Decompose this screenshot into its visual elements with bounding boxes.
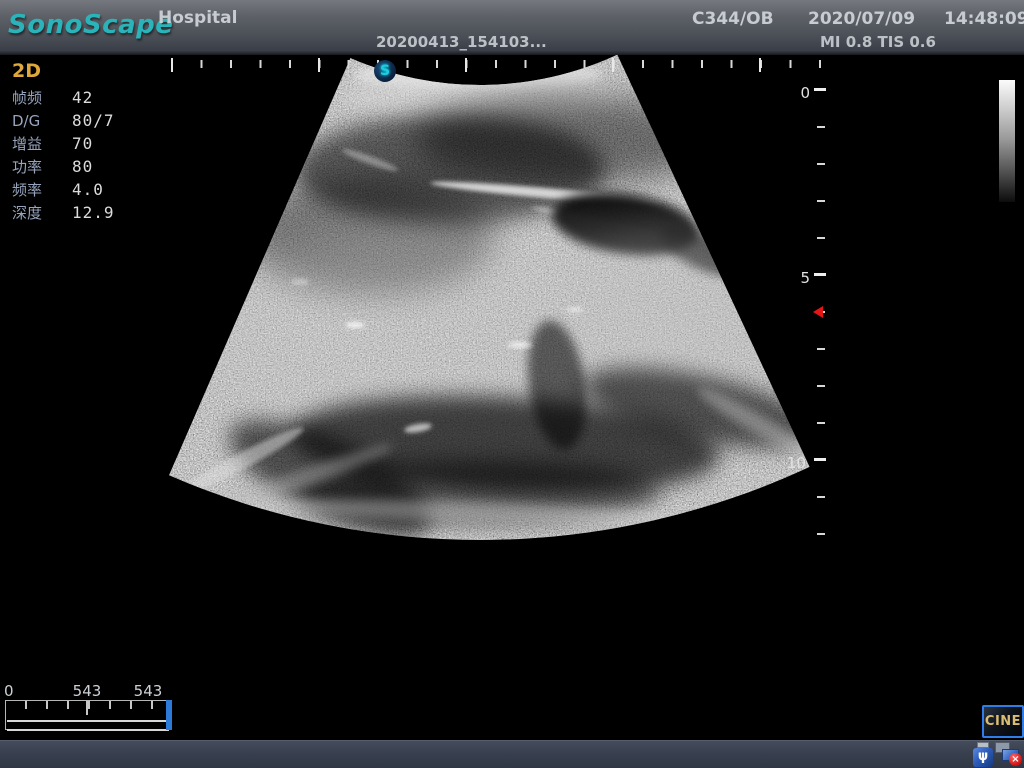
hospital-name: Hospital	[158, 8, 237, 28]
probe-orientation-marker: S	[374, 60, 396, 82]
mode-label: 2D	[12, 60, 162, 86]
network-status-icon[interactable]: ×	[995, 740, 1023, 767]
cine-position-handle[interactable]	[166, 700, 172, 730]
param-label: 帧频	[12, 87, 72, 110]
cine-button[interactable]: CINE	[982, 705, 1024, 738]
system-date: 2020/07/09	[808, 9, 915, 29]
study-id: 20200413_154103...	[376, 33, 547, 51]
cine-total-frames: 543	[126, 682, 170, 700]
param-label: 深度	[12, 202, 72, 225]
depth-label-10: 10	[786, 454, 806, 472]
param-row-framerate: 帧频42	[12, 86, 162, 109]
header-bar: SonoScape Hospital 20200413_154103... C3…	[0, 0, 1024, 55]
probe-exam-mode: C344/OB	[692, 9, 774, 29]
parameter-panel: 2D 帧频42 D/G80/7 增益70 功率80 频率4.0 深度12.9	[12, 60, 162, 224]
param-label: 增益	[12, 133, 72, 156]
param-row-frequency: 频率4.0	[12, 178, 162, 201]
usb-device-icon[interactable]: ψ	[973, 742, 993, 767]
param-value: 12.9	[72, 203, 115, 222]
mi-tis-readout: MI 0.8 TIS 0.6	[820, 33, 936, 51]
param-value: 42	[72, 88, 93, 107]
param-label: 功率	[12, 156, 72, 179]
param-value: 80	[72, 157, 93, 176]
top-ruler-major-ticks	[171, 58, 763, 72]
param-row-depth: 深度12.9	[12, 201, 162, 224]
grayscale-bar	[999, 80, 1015, 202]
ultrasound-screen: SonoScape Hospital 20200413_154103... C3…	[0, 0, 1024, 768]
cine-current-frame: 543	[60, 682, 114, 700]
param-row-gain: 增益70	[12, 132, 162, 155]
focus-marker-icon[interactable]	[813, 306, 823, 318]
cine-start-frame: 0	[4, 682, 14, 700]
cine-progress-ruler[interactable]	[5, 700, 171, 730]
param-label: 频率	[12, 179, 72, 202]
param-label: D/G	[12, 110, 72, 133]
usb-trident-glyph: ψ	[973, 748, 993, 767]
depth-label-5: 5	[790, 269, 810, 287]
network-error-badge: ×	[1009, 753, 1022, 766]
param-value: 70	[72, 134, 93, 153]
depth-ruler-major-ticks	[814, 88, 826, 462]
cine-progress-track	[7, 720, 169, 731]
depth-label-0: 0	[790, 84, 810, 102]
param-row-power: 功率80	[12, 155, 162, 178]
taskbar	[0, 740, 1024, 768]
sonoscape-logo: SonoScape	[8, 10, 173, 40]
cine-ruler-center-tick	[86, 701, 88, 715]
param-value: 4.0	[72, 180, 104, 199]
param-row-dg: D/G80/7	[12, 109, 162, 132]
cine-frame-labels: 0 543 543	[0, 682, 200, 698]
system-time: 14:48:09	[944, 9, 1024, 29]
param-value: 80/7	[72, 111, 115, 130]
